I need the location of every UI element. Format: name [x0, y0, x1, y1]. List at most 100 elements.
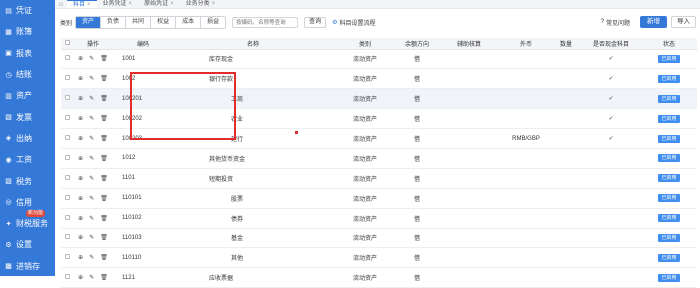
close-icon[interactable]: ×	[212, 1, 216, 7]
row-checkbox[interactable]	[61, 228, 73, 249]
add-child-icon[interactable]: ⊕	[78, 115, 83, 122]
search-input[interactable]	[232, 17, 299, 28]
table-row[interactable]: ⊕ ✎ 🗑 110110 其他 流动资产借 已启用	[61, 247, 697, 269]
sidebar-item-12[interactable]: ▩ 进销存	[0, 256, 55, 277]
edit-icon[interactable]: ✎	[89, 234, 94, 241]
sidebar-item-5[interactable]: ▧ 发票	[0, 106, 55, 127]
sidebar-item-2[interactable]: ▣ 报表	[0, 43, 55, 64]
category-button-1[interactable]: 负债	[101, 17, 127, 28]
sidebar-item-4[interactable]: ▥ 资产	[0, 85, 55, 106]
add-child-icon[interactable]: ⊕	[78, 95, 83, 102]
status-badge[interactable]: 已启用	[658, 214, 680, 223]
category-button-5[interactable]: 损益	[201, 17, 226, 28]
add-child-icon[interactable]: ⊕	[78, 254, 83, 261]
help-link[interactable]: ? 常见问题	[601, 18, 630, 27]
add-child-icon[interactable]: ⊕	[78, 175, 83, 182]
edit-icon[interactable]: ✎	[89, 215, 94, 222]
status-badge[interactable]: 已启用	[658, 174, 680, 183]
row-checkbox[interactable]	[61, 247, 73, 269]
table-row[interactable]: ⊕ ✎ 🗑 1121 应收票据 流动资产借 已启用	[61, 267, 697, 288]
sidebar-item-0[interactable]: ▤ 凭证	[0, 0, 55, 21]
status-badge[interactable]: 已启用	[658, 233, 680, 242]
select-all-checkbox[interactable]	[61, 38, 73, 50]
tab-0[interactable]: 科目 ×	[67, 0, 97, 8]
home-icon[interactable]: ⌂	[55, 1, 67, 8]
edit-icon[interactable]: ✎	[89, 115, 94, 122]
row-checkbox[interactable]	[61, 188, 73, 209]
table-row[interactable]: ⊕ ✎ 🗑 110102 债券 流动资产借 已启用	[61, 208, 697, 229]
status-badge[interactable]: 已启用	[658, 94, 680, 103]
add-child-icon[interactable]: ⊕	[78, 135, 83, 142]
add-child-icon[interactable]: ⊕	[78, 155, 83, 162]
status-badge[interactable]: 已启用	[658, 134, 680, 143]
status-badge[interactable]: 已启用	[658, 273, 680, 282]
row-checkbox[interactable]	[61, 267, 73, 288]
status-badge[interactable]: 已启用	[658, 194, 680, 203]
status-badge[interactable]: 已启用	[658, 54, 680, 63]
sidebar-item-8[interactable]: ▨ 税务	[0, 170, 55, 191]
add-child-icon[interactable]: ⊕	[78, 274, 83, 281]
add-child-icon[interactable]: ⊕	[78, 55, 83, 62]
delete-icon[interactable]: 🗑	[100, 135, 108, 142]
edit-icon[interactable]: ✎	[89, 175, 94, 182]
add-child-icon[interactable]: ⊕	[78, 215, 83, 222]
tab-1[interactable]: 业务凭证 ×	[97, 0, 139, 8]
import-button[interactable]: 导入	[671, 16, 696, 28]
delete-icon[interactable]: 🗑	[100, 75, 108, 82]
close-icon[interactable]: ×	[170, 1, 174, 7]
category-button-2[interactable]: 共同	[126, 17, 152, 28]
sidebar-item-6[interactable]: ◈ 出纳	[0, 128, 55, 149]
edit-icon[interactable]: ✎	[89, 254, 94, 261]
table-row[interactable]: ⊕ ✎ 🗑 1001 库存现金 流动资产借 ✓ 已启用	[61, 49, 697, 70]
status-badge[interactable]: 已启用	[658, 114, 680, 123]
row-checkbox[interactable]	[61, 168, 73, 189]
row-checkbox[interactable]	[61, 208, 73, 229]
edit-icon[interactable]: ✎	[89, 95, 94, 102]
edit-icon[interactable]: ✎	[89, 274, 94, 281]
delete-icon[interactable]: 🗑	[100, 195, 108, 202]
tab-3[interactable]: 业务分类 ×	[180, 0, 222, 8]
delete-icon[interactable]: 🗑	[100, 175, 108, 182]
delete-icon[interactable]: 🗑	[100, 55, 108, 62]
close-icon[interactable]: ×	[87, 2, 91, 8]
sidebar-item-7[interactable]: ◉ 工资	[0, 149, 55, 170]
edit-icon[interactable]: ✎	[89, 155, 94, 162]
delete-icon[interactable]: 🗑	[100, 95, 108, 102]
status-badge[interactable]: 已启用	[658, 154, 680, 163]
delete-icon[interactable]: 🗑	[100, 115, 108, 122]
row-checkbox[interactable]	[61, 68, 73, 90]
add-child-icon[interactable]: ⊕	[78, 75, 83, 82]
table-row[interactable]: ⊕ ✎ 🗑 1101 短期投资 流动资产借 已启用	[61, 168, 697, 189]
status-badge[interactable]: 已启用	[658, 253, 680, 262]
sidebar-item-11[interactable]: ⚙ 设置	[0, 234, 55, 255]
edit-icon[interactable]: ✎	[89, 55, 94, 62]
status-badge[interactable]: 已启用	[658, 74, 680, 83]
search-button[interactable]: 查询	[304, 17, 327, 28]
row-checkbox[interactable]	[61, 128, 73, 149]
sidebar-item-10[interactable]: ✦ 财税服务 新功能	[0, 209, 55, 234]
row-checkbox[interactable]	[61, 108, 73, 130]
table-row[interactable]: ⊕ ✎ 🗑 1012 其他货币资金 流动资产借 已启用	[61, 148, 697, 169]
category-button-3[interactable]: 权益	[151, 17, 177, 28]
edit-icon[interactable]: ✎	[89, 75, 94, 82]
add-button[interactable]: 新增	[640, 16, 667, 28]
category-button-0[interactable]: 资产	[76, 17, 102, 28]
row-checkbox[interactable]	[61, 49, 73, 70]
table-row[interactable]: ⊕ ✎ 🗑 110103 基金 流动资产借 已启用	[61, 228, 697, 249]
add-child-icon[interactable]: ⊕	[78, 195, 83, 202]
table-row[interactable]: ⊕ ✎ 🗑 110101 股票 流动资产借 已启用	[61, 188, 697, 209]
flow-link[interactable]: ⚙ 科目设置流程	[332, 18, 375, 27]
row-checkbox[interactable]	[61, 88, 73, 110]
sidebar-item-1[interactable]: ▦ 账簿	[0, 21, 55, 42]
close-icon[interactable]: ×	[129, 1, 133, 7]
delete-icon[interactable]: 🗑	[100, 155, 108, 162]
delete-icon[interactable]: 🗑	[100, 274, 108, 281]
delete-icon[interactable]: 🗑	[100, 254, 108, 261]
delete-icon[interactable]: 🗑	[100, 234, 108, 241]
row-checkbox[interactable]	[61, 148, 73, 169]
edit-icon[interactable]: ✎	[89, 135, 94, 142]
edit-icon[interactable]: ✎	[89, 195, 94, 202]
add-child-icon[interactable]: ⊕	[78, 234, 83, 241]
delete-icon[interactable]: 🗑	[100, 215, 108, 222]
category-button-4[interactable]: 成本	[176, 17, 202, 28]
